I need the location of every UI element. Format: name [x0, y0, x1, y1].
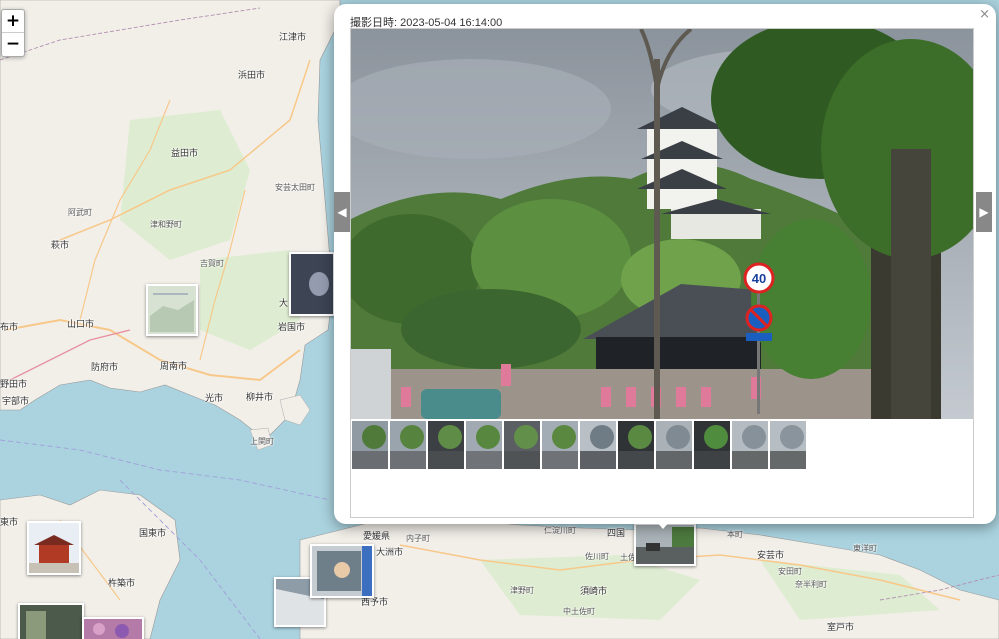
photo-thumbnail[interactable] [770, 421, 806, 469]
place-label-kitsuki: 杵築市 [108, 579, 136, 589]
marker-thumbnail [312, 546, 372, 596]
photo-marker[interactable] [27, 521, 81, 575]
photo-marker[interactable] [82, 617, 144, 639]
place-label-masuda: 益田市 [171, 149, 199, 159]
place-label-gotsu: 江津市 [279, 33, 307, 43]
photo-thumbnail[interactable] [352, 421, 388, 469]
place-label-hofu: 防府市 [91, 363, 119, 373]
place-label-tsuwano: 津和野町 [150, 220, 182, 229]
place-label-kunisaki: 国東市 [139, 529, 167, 539]
photo-popup: × 撮影日時: 2023-05-04 16:14:00 40 ◀ ▶ [334, 4, 996, 524]
popup-tip [654, 519, 672, 529]
photo-marker[interactable] [310, 544, 374, 598]
place-label-susaki: 須崎市 [580, 587, 608, 597]
place-label-iwakuni: 岩国市 [278, 323, 306, 333]
marker-thumbnail [29, 523, 79, 573]
photo-thumbnail[interactable] [732, 421, 768, 469]
place-label-abu: 阿武町 [68, 208, 92, 217]
thumbnail-strip [352, 421, 806, 469]
place-label-uchiko: 内子町 [406, 534, 430, 543]
photo-thumbnail[interactable] [428, 421, 464, 469]
place-label-shunan: 周南市 [160, 362, 188, 372]
place-label-hagi: 萩市 [51, 241, 70, 251]
photo-marker[interactable] [634, 523, 696, 566]
place-label-sakawa: 佐川町 [585, 552, 609, 561]
place-label-nahari: 奈半利町 [795, 580, 827, 589]
place-label-yoshika: 吉賀町 [200, 259, 224, 268]
castle-photo: 40 [351, 29, 973, 419]
marker-thumbnail [84, 619, 142, 639]
prev-photo-button[interactable]: ◀ [334, 192, 350, 232]
speed-sign-text: 40 [752, 271, 766, 286]
place-label-higashi: 東市 [0, 518, 19, 528]
place-label-nunoshi: 布市 [0, 323, 19, 333]
place-label-ozu: 大洲市 [376, 548, 404, 558]
place-label-muroto: 室戸市 [827, 623, 855, 633]
photo-thumbnail[interactable] [466, 421, 502, 469]
place-label-ootake: 大 [279, 299, 289, 309]
place-label-kaminoseki: 上関町 [250, 437, 274, 446]
photo-marker[interactable] [18, 603, 84, 639]
marker-thumbnail [20, 605, 82, 639]
place-label-ube: 宇部市 [2, 397, 30, 407]
place-label-toyo: 東洋町 [853, 544, 877, 553]
zoom-in-button[interactable]: + [2, 10, 24, 33]
main-photo[interactable]: 40 [351, 29, 973, 419]
photo-thumbnail[interactable] [390, 421, 426, 469]
place-label-nakatosa: 中土佐町 [563, 607, 595, 616]
place-label-yasuda: 安田町 [778, 567, 802, 576]
zoom-out-button[interactable]: − [2, 33, 24, 56]
place-label-hikari: 光市 [205, 394, 224, 404]
photo-thumbnail[interactable] [694, 421, 730, 469]
photo-thumbnail[interactable] [504, 421, 540, 469]
photo-gallery: 40 [350, 28, 974, 518]
place-label-honmachi: 本町 [727, 530, 743, 539]
popup-close-button[interactable]: × [979, 7, 990, 22]
marker-thumbnail [636, 525, 694, 564]
place-label-yanai: 柳井市 [246, 393, 274, 403]
place-label-shikoku: 四国 [607, 529, 626, 539]
photo-thumbnail[interactable] [542, 421, 578, 469]
place-label-aki: 安芸市 [757, 551, 785, 561]
place-label-seiyo: 西予市 [361, 598, 389, 608]
place-label-yamaguchi: 山口市 [67, 320, 95, 330]
zoom-control: + − [1, 9, 25, 57]
photo-thumbnail[interactable] [656, 421, 692, 469]
place-label-ehime: 愛媛県 [363, 532, 391, 542]
marker-thumbnail [148, 286, 196, 334]
place-label-tsuno: 津野町 [510, 586, 534, 595]
place-label-niyodogawa: 仁淀川町 [544, 526, 576, 535]
place-label-akiota: 安芸太田町 [275, 183, 315, 192]
photo-thumbnail[interactable] [618, 421, 654, 469]
photo-marker[interactable] [146, 284, 198, 336]
next-photo-button[interactable]: ▶ [976, 192, 992, 232]
marker-thumbnail [291, 254, 333, 314]
place-label-hamada: 浜田市 [238, 71, 266, 81]
place-label-noda: 野田市 [0, 380, 28, 390]
photo-marker[interactable] [289, 252, 335, 316]
photo-thumbnail[interactable] [580, 421, 616, 469]
